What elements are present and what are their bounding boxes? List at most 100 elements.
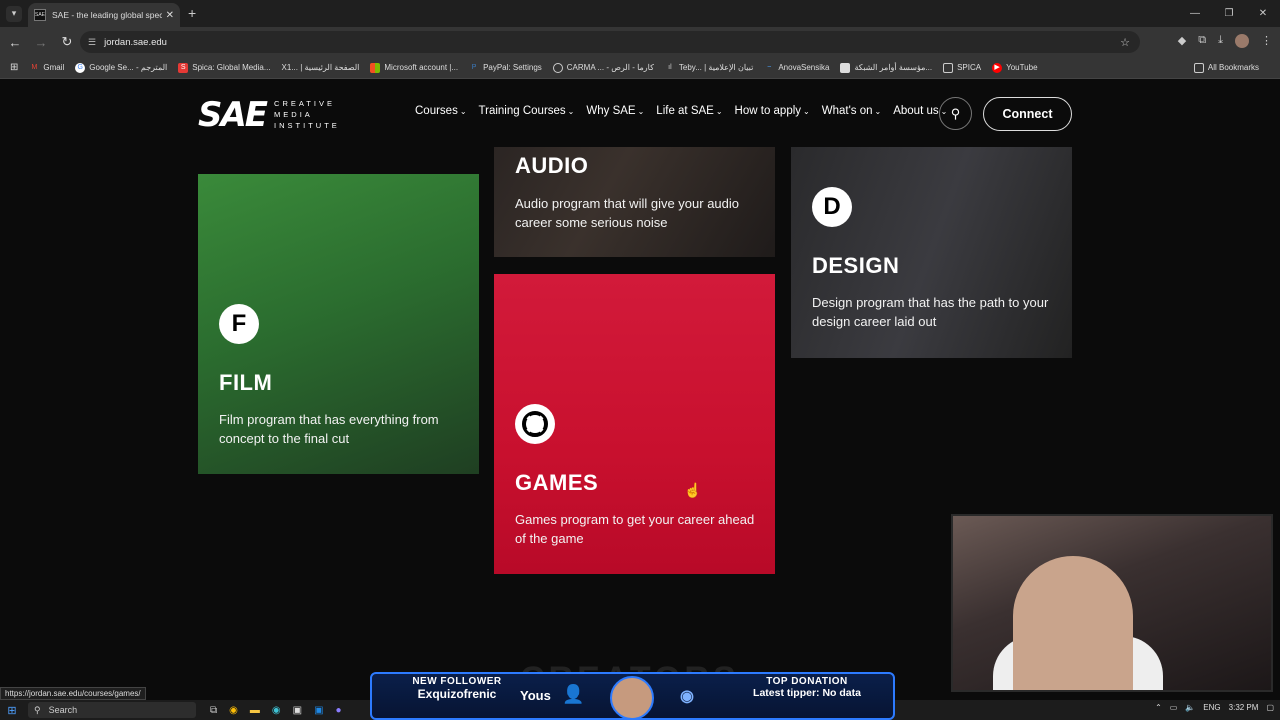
bookmark-spica-folder[interactable]: SPICA <box>943 62 982 73</box>
bookmark-spica[interactable]: S Spica: Global Media... <box>178 62 271 73</box>
extension-diamond-icon[interactable]: ◆ <box>1178 34 1186 48</box>
minimize-icon[interactable]: — <box>1178 8 1212 19</box>
browser-toolbar: ← → ↻ ☰ jordan.sae.edu ☆ ◆ ⧉ ⤓ ⋮ <box>0 27 1280 57</box>
bookmarks-bar: ⊞ M Gmail G Google Se... - المترجم S Spica:… <box>0 57 1280 79</box>
extensions-puzzle-icon[interactable]: ⧉ <box>1198 34 1206 48</box>
discord-icon: ◉ <box>680 688 694 705</box>
nav-life-at-sae[interactable]: Life at SAE ⌄ <box>656 105 722 117</box>
games-course-card[interactable]: GAMES Games program to get your career a… <box>494 274 775 574</box>
logo-line: CREATIVE <box>274 99 335 108</box>
bookmark-x1[interactable]: X1... | الصفحة الرئيسية <box>282 63 360 72</box>
chevron-down-icon: ⌄ <box>637 107 645 116</box>
close-tab-icon[interactable]: ✕ <box>166 10 174 21</box>
close-window-icon[interactable]: ✕ <box>1246 8 1280 19</box>
tab-title: SAE - the leading global speciali <box>52 10 162 20</box>
bookmark-label: PayPal: Settings <box>483 63 542 72</box>
logo-text: CREATIVE MEDIA INSTITUTE <box>274 98 340 131</box>
card-description: Design program that has the path to your… <box>812 295 1049 329</box>
status-bar-url: https://jordan.sae.edu/courses/games/ <box>0 687 146 700</box>
taskbar-search-label: Search <box>48 705 78 715</box>
apps-grid-icon[interactable]: ⊞ <box>10 62 18 73</box>
film-badge-icon: F <box>219 304 259 344</box>
task-view-icon[interactable]: ⧉ <box>210 705 217 716</box>
notifications-icon[interactable]: ▢ <box>1266 703 1274 712</box>
nav-why-sae[interactable]: Why SAE ⌄ <box>586 105 644 117</box>
streaming-app-icon[interactable]: ● <box>336 705 342 716</box>
language-indicator[interactable]: ENG <box>1203 703 1220 712</box>
address-bar[interactable]: ☰ jordan.sae.edu ☆ <box>80 31 1140 53</box>
chevron-down-icon: ⌄ <box>459 107 467 116</box>
edge-icon[interactable]: ◉ <box>272 705 281 716</box>
logo-line: INSTITUTE <box>274 121 340 130</box>
all-bookmarks[interactable]: All Bookmarks <box>1193 62 1259 73</box>
card-description: Audio program that will give your audio … <box>515 196 740 230</box>
windows-start-icon[interactable]: ⊞ <box>2 704 22 717</box>
bookmark-microsoft[interactable]: Microsoft account |... <box>370 62 458 73</box>
outlook-icon[interactable]: ▣ <box>314 705 323 716</box>
bookmark-star-icon[interactable]: ☆ <box>1120 36 1130 49</box>
bookmark-teby[interactable]: ıl Teby... | تبيان الإعلامية <box>665 63 753 73</box>
bookmark-carma[interactable]: CARMA ... - كارما - الرص <box>552 62 654 73</box>
nav-training-courses[interactable]: Training Courses ⌄ <box>479 105 575 117</box>
browser-tab-strip: ▾ SAE SAE - the leading global speciali … <box>0 0 1280 27</box>
bookmark-label: Spica: Global Media... <box>192 63 271 72</box>
new-follower-name: Exquizofrenic <box>417 687 497 701</box>
bookmark-label: YouTube <box>1006 63 1038 72</box>
top-donation-value: Latest tipper: No data <box>753 687 861 699</box>
mouse-pointer-icon: ☝ <box>684 482 702 498</box>
card-title: DESIGN <box>812 253 900 278</box>
back-icon[interactable]: ← <box>4 35 26 50</box>
card-title: AUDIO <box>515 153 589 178</box>
store-icon[interactable]: ▣ <box>293 705 302 716</box>
audio-course-card[interactable]: AUDIO Audio program that will give your … <box>494 147 775 257</box>
film-course-card[interactable]: F FILM Film program that has everything … <box>198 174 479 474</box>
games-logo-icon <box>522 411 548 437</box>
chrome-menu-icon[interactable]: ⋮ <box>1261 34 1272 48</box>
clock[interactable]: 3:32 PM <box>1229 703 1259 712</box>
design-course-card[interactable]: D DESIGN Design program that has the pat… <box>791 147 1072 358</box>
search-icon[interactable]: ⚲ <box>939 97 972 130</box>
connect-button[interactable]: Connect <box>983 97 1072 131</box>
sae-logo[interactable]: SAE CREATIVE MEDIA INSTITUTE <box>198 98 340 132</box>
bookmark-label: Teby... | تبيان الإعلامية <box>678 63 754 72</box>
tray-overflow-icon[interactable]: ⌃ <box>1155 703 1162 712</box>
nav-label: Courses <box>415 105 458 117</box>
download-icon[interactable]: ⤓ <box>1218 34 1223 48</box>
site-info-icon[interactable]: ☰ <box>88 37 96 48</box>
nav-label: What's on <box>821 105 873 117</box>
taskbar-search[interactable]: ⚲ Search <box>28 702 196 718</box>
bookmark-label: X1... | الصفحة الرئيسية <box>281 63 360 72</box>
streamer-avatar <box>610 676 654 720</box>
reload-icon[interactable]: ↻ <box>56 34 78 50</box>
tab-search-menu-icon[interactable]: ▾ <box>6 5 22 22</box>
search-icon: ⚲ <box>34 704 41 715</box>
nav-courses[interactable]: Courses ⌄ <box>415 105 467 117</box>
taskbar-apps: ⧉ ◉ ▬ ◉ ▣ ▣ ● <box>210 705 342 716</box>
nav-how-to-apply[interactable]: How to apply ⌄ <box>735 105 810 117</box>
volume-icon[interactable]: 🔈 <box>1185 703 1195 712</box>
design-badge-icon: D <box>812 187 852 227</box>
bookmark-paypal[interactable]: P PayPal: Settings <box>469 63 542 73</box>
nav-whats-on[interactable]: What's on ⌄ <box>822 105 881 117</box>
bookmark-awamer[interactable]: مؤسسة أوامر الشبكة... <box>840 62 932 73</box>
bookmark-gmail[interactable]: M Gmail <box>29 63 64 73</box>
chevron-down-icon: ⌄ <box>715 107 723 116</box>
bookmark-google[interactable]: G Google Se... - المترجم <box>75 62 168 73</box>
new-tab-icon[interactable]: + <box>188 5 196 21</box>
browser-tab[interactable]: SAE SAE - the leading global speciali ✕ <box>28 3 180 27</box>
restore-icon[interactable]: ❐ <box>1212 8 1246 19</box>
window-controls: — ❐ ✕ <box>1178 0 1280 27</box>
bookmark-anova[interactable]: ~ AnovaSensika <box>764 63 829 73</box>
streamer-webcam-overlay <box>951 514 1273 692</box>
bookmark-label: SPICA <box>957 63 982 72</box>
profile-avatar[interactable] <box>1235 34 1249 48</box>
all-bookmarks-label: All Bookmarks <box>1207 63 1259 72</box>
file-explorer-icon[interactable]: ▬ <box>250 705 260 716</box>
main-nav: Courses ⌄ Training Courses ⌄ Why SAE ⌄ Life… <box>415 105 947 117</box>
forward-icon[interactable]: → <box>30 35 52 50</box>
network-icon[interactable]: ▭ <box>1170 703 1178 712</box>
nav-label: Life at SAE <box>656 105 714 117</box>
bookmark-label: Google Se... - المترجم <box>89 63 168 72</box>
bookmark-youtube[interactable]: ▶ YouTube <box>992 62 1038 73</box>
chrome-icon[interactable]: ◉ <box>229 705 238 716</box>
